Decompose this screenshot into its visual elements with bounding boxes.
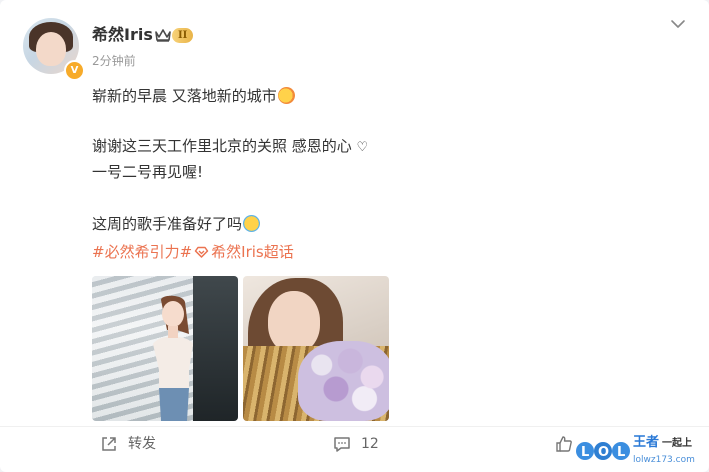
sweat-emoji-icon bbox=[243, 215, 261, 232]
comment-button[interactable]: 12 bbox=[333, 434, 379, 454]
watermark-url: lolwz173.com bbox=[633, 455, 695, 465]
post-line-4: 这周的歌手准备好了吗 bbox=[92, 214, 261, 234]
post-image-1[interactable] bbox=[92, 276, 238, 421]
post-line-1: 崭新的早晨 又落地新的城市 bbox=[92, 86, 295, 106]
chevron-down-icon[interactable] bbox=[670, 18, 686, 30]
svg-text:L: L bbox=[617, 445, 625, 460]
flower-bouquet bbox=[298, 341, 389, 421]
crown-icon bbox=[155, 29, 171, 42]
avatar-face bbox=[36, 32, 66, 66]
hashtags: #必然希引力# 希然Iris超话 bbox=[92, 242, 294, 262]
forward-button[interactable]: 转发 bbox=[100, 434, 156, 454]
thumbs-up-icon bbox=[556, 436, 572, 452]
post-line-4-text: 这周的歌手准备好了吗 bbox=[92, 215, 243, 233]
super-topic-link[interactable]: 希然Iris超话 bbox=[211, 243, 294, 261]
hashtag-link[interactable]: #必然希引力# bbox=[92, 243, 192, 261]
post-image-2[interactable] bbox=[243, 276, 389, 421]
comment-icon bbox=[334, 437, 350, 452]
verified-badge-icon: V bbox=[64, 60, 85, 81]
lol-logo-icon: L O L bbox=[576, 442, 630, 460]
watermark-brand: 王者 一起上 bbox=[633, 435, 692, 452]
post-line-3: 一号二号再见喔! bbox=[92, 163, 204, 181]
post-line-2: 谢谢这三天工作里北京的关照 感恩的心 ♡ bbox=[92, 136, 368, 158]
weibo-post-card: V 希然Iris II 2分钟前 崭新的早晨 又落地新的城市 谢谢这三天工作里北… bbox=[0, 0, 709, 472]
escalator-rail bbox=[193, 276, 238, 421]
svg-text:L: L bbox=[581, 445, 589, 460]
post-time[interactable]: 2分钟前 bbox=[92, 53, 136, 69]
comment-count: 12 bbox=[361, 436, 379, 452]
post-line-2-text: 谢谢这三天工作里北京的关照 感恩的心 bbox=[92, 137, 357, 155]
watermark-brand-text: 王者 bbox=[633, 435, 660, 450]
post-line-1-text: 崭新的早晨 又落地新的城市 bbox=[92, 87, 277, 105]
level-badge: II bbox=[172, 28, 194, 43]
super-topic-icon bbox=[194, 246, 209, 258]
heart-outline-icon: ♡ bbox=[356, 140, 369, 155]
site-watermark: L O L 王者 一起上 lolwz173.com bbox=[575, 433, 709, 472]
svg-text:O: O bbox=[598, 445, 609, 460]
person-figure bbox=[153, 295, 193, 421]
footer-divider bbox=[0, 426, 709, 427]
forward-label: 转发 bbox=[128, 436, 156, 452]
watermark-brand-sub: 一起上 bbox=[662, 438, 693, 449]
author-name[interactable]: 希然Iris bbox=[92, 24, 153, 46]
party-emoji-icon bbox=[277, 87, 295, 104]
forward-icon bbox=[102, 437, 116, 451]
person-face bbox=[268, 291, 320, 353]
like-button[interactable] bbox=[555, 434, 573, 454]
